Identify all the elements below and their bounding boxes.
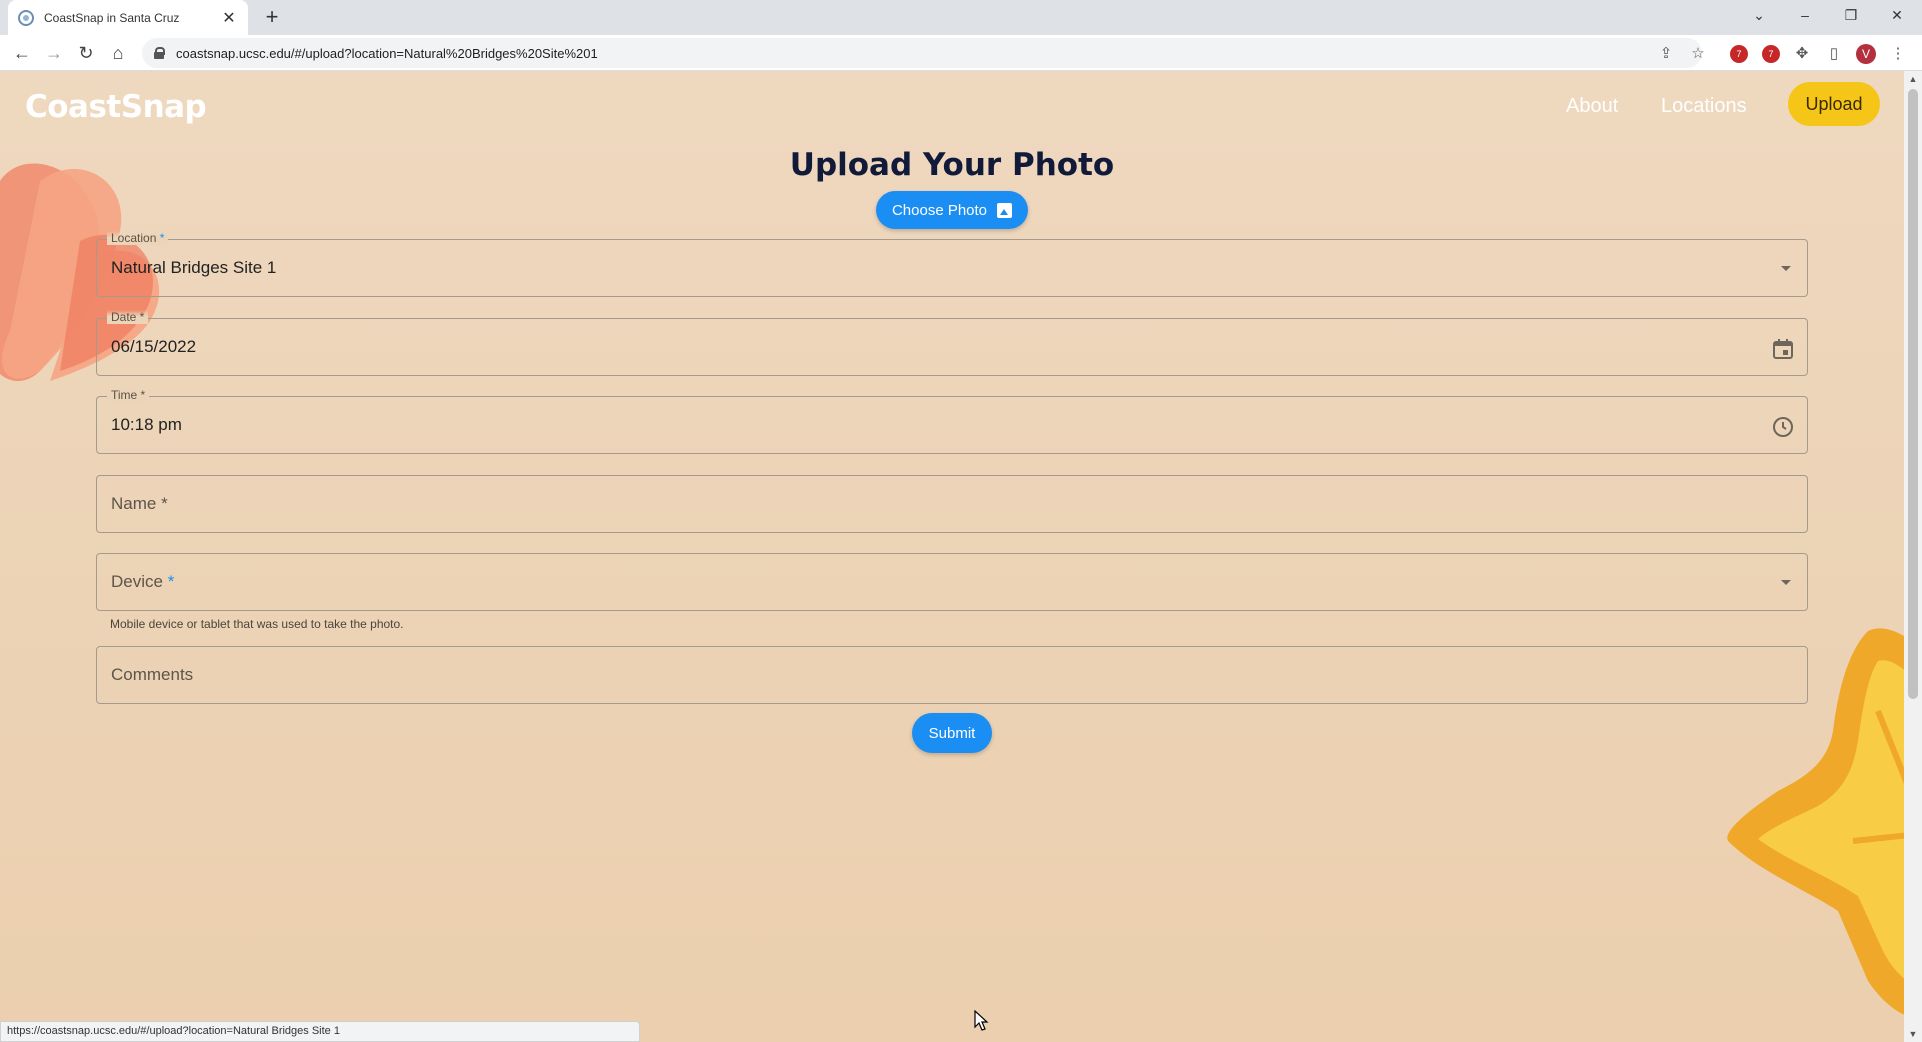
new-tab-icon[interactable]: + — [259, 4, 285, 30]
submit-button[interactable]: Submit — [912, 713, 992, 753]
nav-about[interactable]: About — [1566, 95, 1618, 118]
page-title: Upload Your Photo — [789, 147, 1115, 183]
extension-1-badge: 7 — [1736, 49, 1742, 59]
extension-1-icon[interactable]: 7 — [1730, 45, 1748, 63]
name-placeholder: Name * — [111, 494, 168, 513]
device-required-mark: * — [167, 572, 175, 591]
chevron-down-icon[interactable] — [1781, 266, 1791, 271]
location-label: Location * — [107, 231, 169, 245]
device-helper-text: Mobile device or tablet that was used to… — [110, 617, 404, 631]
image-icon — [997, 202, 1013, 218]
calendar-icon[interactable] — [1771, 337, 1795, 361]
address-url: coastsnap.ucsc.edu/#/upload?location=Nat… — [176, 45, 598, 61]
page-scrollbar[interactable]: ▲ ▼ — [1904, 71, 1922, 1042]
tab-search-icon[interactable]: ⌄ — [1736, 0, 1782, 30]
home-icon[interactable]: ⌂ — [106, 42, 130, 64]
status-bar-url: https://coastsnap.ucsc.edu/#/upload?loca… — [0, 1021, 640, 1042]
time-field[interactable]: Time * 10:18 pm — [96, 388, 1808, 454]
choose-photo-label: Choose Photo — [891, 201, 988, 219]
choose-photo-button[interactable]: Choose Photo — [876, 191, 1028, 229]
scrollbar-thumb[interactable] — [1908, 89, 1918, 699]
nav-locations[interactable]: Locations — [1661, 95, 1747, 118]
browser-tabstrip: CoastSnap in Santa Cruz ✕ + ⌄ – ❐ ✕ — [0, 0, 1922, 35]
device-placeholder-text: Device — [111, 572, 163, 591]
restore-icon[interactable]: ❐ — [1828, 0, 1874, 30]
browser-menu-icon[interactable]: ⋮ — [1888, 44, 1908, 64]
location-select[interactable]: Location * Natural Bridges Site 1 — [96, 231, 1808, 297]
scroll-down-icon[interactable]: ▼ — [1904, 1026, 1922, 1042]
share-icon[interactable]: ⇪ — [1656, 44, 1676, 64]
minimize-icon[interactable]: – — [1782, 0, 1828, 30]
time-value: 10:18 pm — [111, 415, 182, 434]
address-bar[interactable]: coastsnap.ucsc.edu/#/upload?location=Nat… — [142, 38, 1702, 68]
reload-icon[interactable]: ↻ — [74, 42, 98, 64]
date-field[interactable]: Date * 06/15/2022 — [96, 310, 1808, 376]
extension-2-icon[interactable]: 7 — [1762, 45, 1780, 63]
forward-icon[interactable]: → — [42, 42, 66, 64]
brand-logo[interactable]: CoastSnap — [25, 89, 207, 125]
nav-upload-button[interactable]: Upload — [1788, 82, 1880, 126]
date-value: 06/15/2022 — [111, 337, 197, 356]
extensions-puzzle-icon[interactable]: ✥ — [1792, 44, 1812, 64]
bookmark-star-icon[interactable]: ☆ — [1688, 44, 1708, 64]
device-select[interactable]: Device * — [96, 553, 1808, 611]
date-label: Date * — [107, 310, 149, 324]
tab-close-icon[interactable]: ✕ — [220, 8, 238, 28]
extension-2-badge: 7 — [1768, 49, 1774, 59]
name-field[interactable]: Name * — [96, 475, 1808, 533]
comments-field[interactable]: Comments — [96, 646, 1808, 704]
tab-title: CoastSnap in Santa Cruz — [44, 10, 180, 25]
location-required-mark: * — [159, 231, 165, 245]
site-favicon-icon — [18, 9, 34, 26]
back-icon[interactable]: ← — [10, 42, 34, 64]
location-label-text: Location — [111, 231, 157, 245]
time-label: Time * — [107, 388, 150, 402]
profile-avatar[interactable]: V — [1856, 44, 1876, 64]
comments-placeholder: Comments — [111, 665, 194, 684]
browser-tab[interactable]: CoastSnap in Santa Cruz ✕ — [8, 0, 248, 35]
browser-toolbar: ← → ↻ ⌂ coastsnap.ucsc.edu/#/upload?loca… — [0, 35, 1922, 71]
clock-icon[interactable] — [1771, 415, 1795, 439]
device-placeholder: Device * — [111, 572, 174, 592]
mouse-cursor-icon — [974, 1010, 989, 1031]
lock-icon[interactable] — [154, 47, 165, 59]
location-value: Natural Bridges Site 1 — [111, 258, 277, 277]
chevron-down-icon[interactable] — [1781, 580, 1791, 585]
close-window-icon[interactable]: ✕ — [1874, 0, 1920, 30]
side-panel-icon[interactable]: ▯ — [1824, 44, 1844, 64]
scroll-up-icon[interactable]: ▲ — [1904, 71, 1922, 87]
page-viewport: CoastSnap About Locations Upload Upload … — [0, 71, 1904, 1042]
